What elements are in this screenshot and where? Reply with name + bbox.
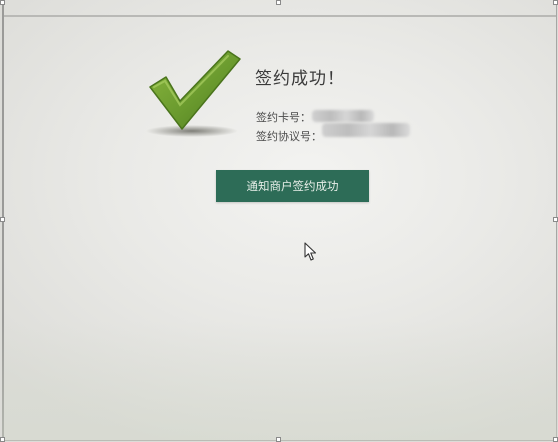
screen: 签约成功！ 签约卡号： 签约协议号： 通知商户签约成功 [2,0,557,441]
agreement-number-redacted [322,123,410,137]
resize-handle-left[interactable] [0,217,5,222]
resize-handle-bottom-left[interactable] [0,437,5,442]
card-number-redacted [312,110,374,122]
mouse-cursor-icon [304,242,317,261]
card-number-label: 签约卡号： [256,111,311,124]
resize-handle-top-right[interactable] [553,0,558,5]
checkmark-icon [146,50,241,137]
top-divider [2,15,557,17]
resize-handle-bottom[interactable] [276,437,281,442]
success-title: 签约成功！ [255,69,345,89]
resize-handle-top-left[interactable] [0,0,5,5]
resize-handle-right[interactable] [553,217,558,222]
resize-handle-bottom-right[interactable] [553,437,558,442]
agreement-number-label: 签约协议号： [256,130,322,143]
resize-handle-top[interactable] [276,0,281,5]
notify-merchant-button[interactable]: 通知商户签约成功 [216,170,369,202]
